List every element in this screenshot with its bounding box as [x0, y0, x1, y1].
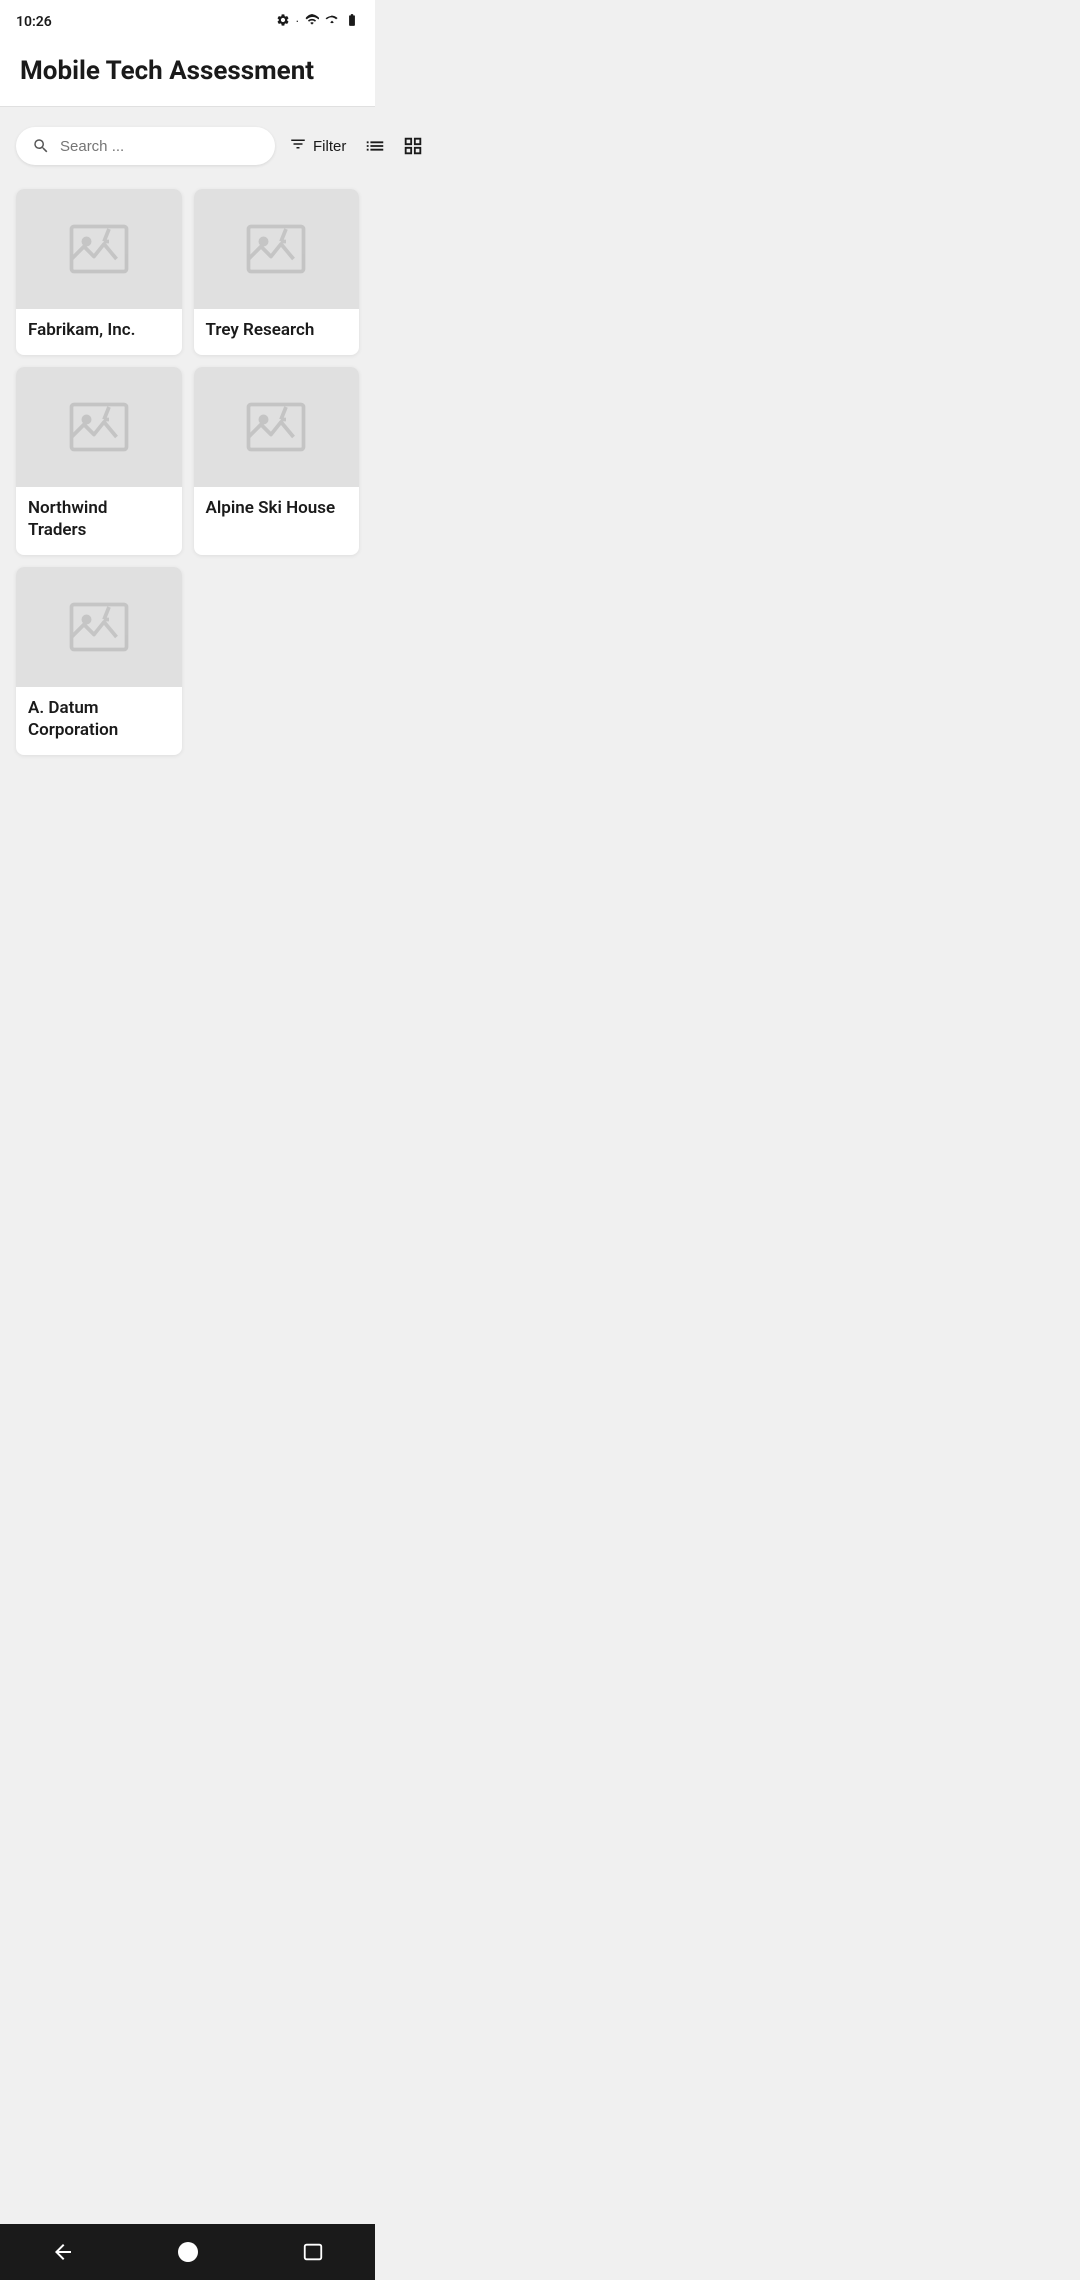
view-toggle-buttons	[360, 131, 428, 161]
filter-icon	[289, 135, 307, 158]
company-card-trey[interactable]: Trey Research	[194, 189, 360, 355]
search-filter-row: Filter	[16, 127, 359, 165]
wifi-icon	[305, 13, 319, 31]
status-icons: ·	[276, 13, 359, 31]
app-header: Mobile Tech Assessment	[0, 40, 375, 107]
company-card-fabrikam[interactable]: Fabrikam, Inc.	[16, 189, 182, 355]
card-image-adatum	[16, 567, 182, 687]
company-name-fabrikam: Fabrikam, Inc.	[16, 309, 182, 355]
company-name-trey: Trey Research	[194, 309, 360, 355]
search-icon	[32, 137, 50, 155]
company-card-northwind[interactable]: Northwind Traders	[16, 367, 182, 555]
status-time: 10:26	[16, 14, 52, 30]
home-button[interactable]	[160, 2232, 216, 2272]
company-name-adatum: A. Datum Corporation	[16, 687, 182, 755]
company-card-adatum[interactable]: A. Datum Corporation	[16, 567, 182, 755]
card-image-northwind	[16, 367, 182, 487]
search-box[interactable]	[16, 127, 275, 165]
companies-grid: Fabrikam, Inc. Trey Research	[16, 189, 359, 755]
card-image-fabrikam	[16, 189, 182, 309]
filter-button[interactable]: Filter	[287, 131, 348, 162]
signal-icon	[325, 13, 339, 31]
settings-icon	[276, 13, 290, 31]
card-image-trey	[194, 189, 360, 309]
page-title: Mobile Tech Assessment	[20, 56, 355, 86]
dot-icon: ·	[296, 15, 299, 30]
list-view-button[interactable]	[360, 131, 390, 161]
company-card-alpine[interactable]: Alpine Ski House	[194, 367, 360, 555]
recent-button[interactable]	[286, 2233, 340, 2271]
main-content: Filter	[0, 107, 375, 775]
back-button[interactable]	[35, 2232, 91, 2272]
status-bar: 10:26 ·	[0, 0, 375, 40]
grid-view-button[interactable]	[398, 131, 428, 161]
company-name-northwind: Northwind Traders	[16, 487, 182, 555]
bottom-nav	[0, 2224, 375, 2280]
card-image-alpine	[194, 367, 360, 487]
filter-label: Filter	[313, 138, 346, 155]
search-input[interactable]	[60, 138, 259, 155]
company-name-alpine: Alpine Ski House	[194, 487, 360, 533]
battery-icon	[345, 13, 359, 31]
